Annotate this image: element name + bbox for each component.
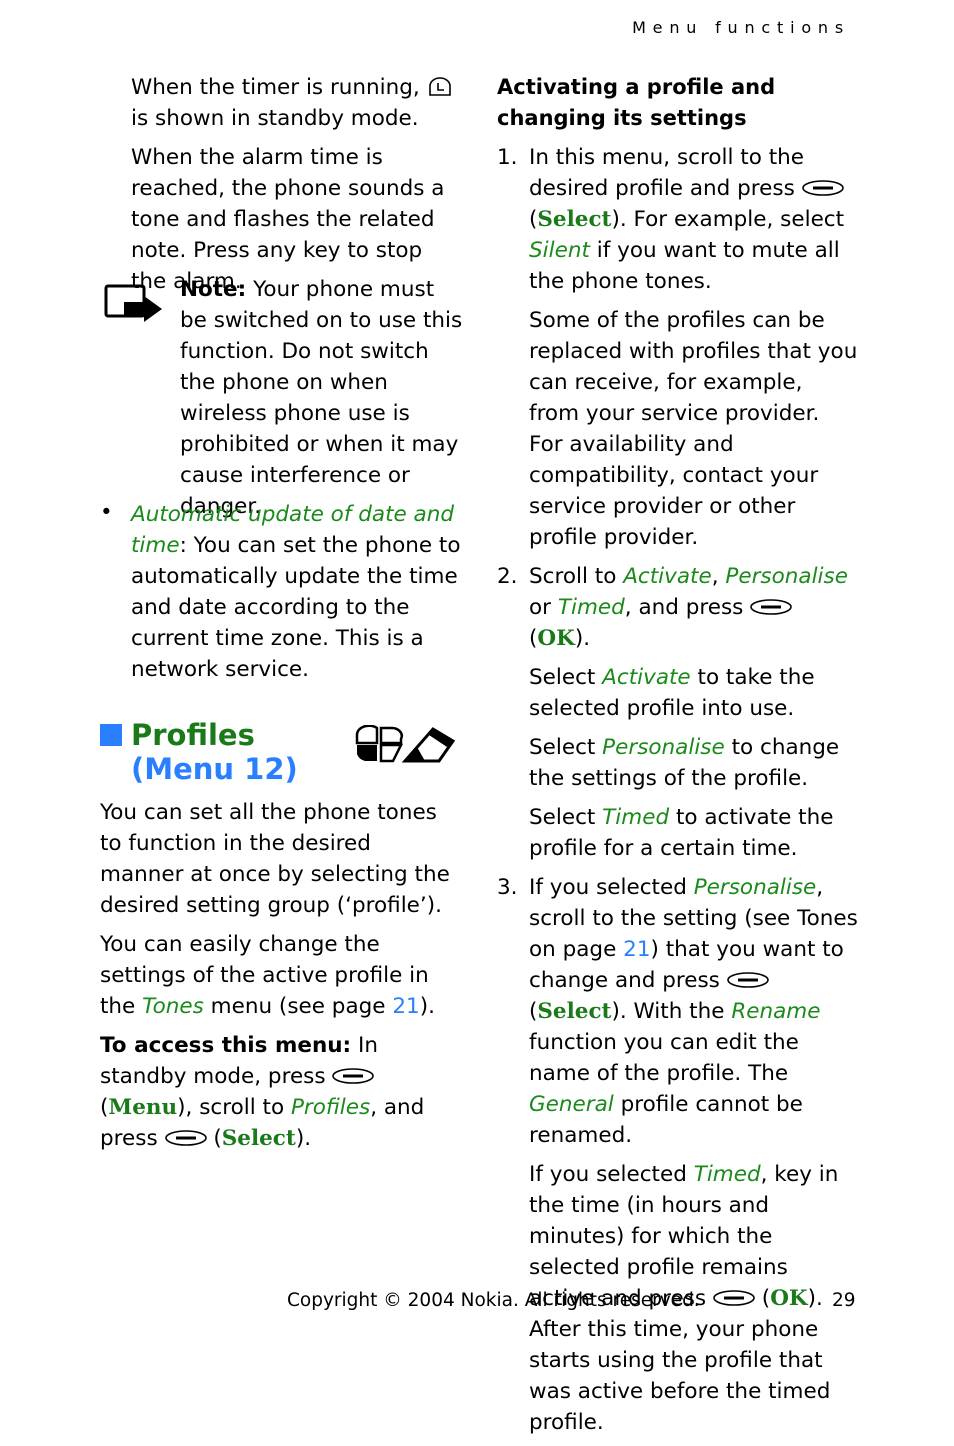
- silent-link[interactable]: Silent: [529, 238, 590, 263]
- timer-paragraph: When the timer is running, is shown in s…: [131, 72, 461, 134]
- profiles-link[interactable]: Profiles: [291, 1095, 370, 1120]
- page-number: 29: [832, 1290, 856, 1311]
- selection-key-icon: [332, 1068, 374, 1084]
- selection-key-icon: [750, 599, 792, 615]
- page-link[interactable]: 21: [623, 937, 650, 962]
- activating-heading: Activating a profile and changing its se…: [497, 75, 776, 130]
- timer-section: When the timer is running, is shown in s…: [131, 72, 461, 305]
- note-block: Note: Your phone must be switched on to …: [180, 274, 465, 530]
- selection-key-icon: [727, 972, 769, 988]
- intro-paragraph: You can set all the phone tones to funct…: [100, 800, 450, 918]
- step-3: 3. If you selected Personalise, scroll t…: [497, 875, 858, 1435]
- profiles-body: You can set all the phone tones to funct…: [100, 797, 460, 1162]
- note-label: Note:: [180, 277, 247, 302]
- page-link[interactable]: 21: [392, 994, 419, 1019]
- selection-key-icon: [165, 1130, 207, 1146]
- step-1: 1. In this menu, scroll to the desired p…: [497, 145, 858, 550]
- change-paragraph: You can easily change the settings of th…: [100, 932, 435, 1019]
- profiles-heading: Profiles (Menu 12): [131, 718, 298, 786]
- step-2: 2. Scroll to Activate, Personalise or Ti…: [497, 564, 848, 861]
- copyright: Copyright © 2004 Nokia. All rights reser…: [287, 1290, 700, 1311]
- access-paragraph: To access this menu: In standby mode, pr…: [100, 1033, 425, 1151]
- section-header: Menu functions: [632, 18, 850, 37]
- note-icon: [104, 284, 162, 322]
- bullet-icon: •: [100, 500, 113, 525]
- profiles-menu-icon: [355, 725, 455, 763]
- note-text: Your phone must be switched on to use th…: [180, 277, 463, 519]
- timer-icon: [428, 77, 451, 96]
- tones-link[interactable]: Tones: [142, 994, 204, 1019]
- selection-key-icon: [802, 180, 844, 196]
- section-marker-icon: [100, 724, 122, 746]
- right-column: Activating a profile and changing its se…: [497, 72, 859, 1446]
- bullet-item: Automatic update of date and time: You c…: [131, 502, 461, 682]
- selection-key-icon: [713, 1290, 755, 1306]
